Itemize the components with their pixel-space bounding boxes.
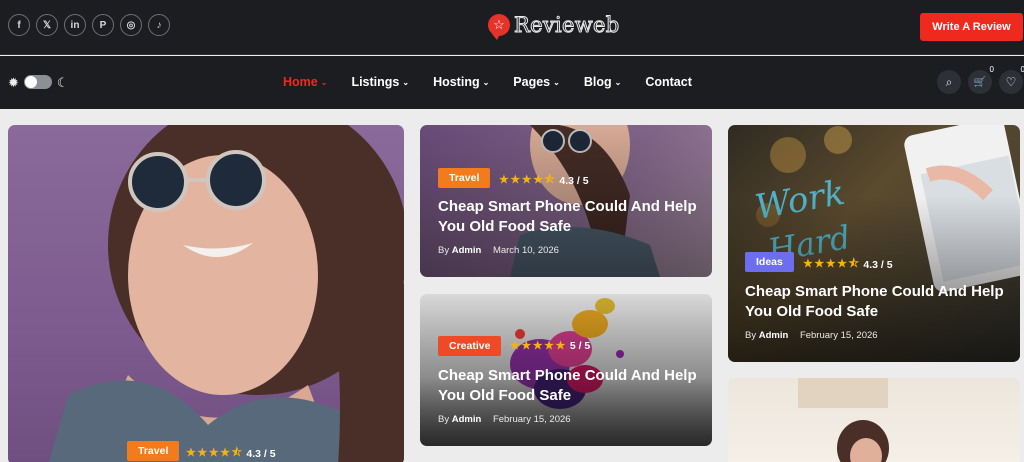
sun-icon: ✹	[8, 74, 19, 90]
logo-star-icon: ☆	[488, 14, 510, 40]
category-badge[interactable]: Creative	[438, 336, 502, 356]
main-navbar: ✹ ☾ Home ⌄ Listings ⌄ Hosting ⌄ Pages ⌄ …	[0, 56, 1024, 109]
star-rating-icon: ★★★★⯪	[803, 258, 861, 270]
post-card[interactable]: Work Hard Ideas ★★★★⯪ 4.3 / 5 Cheap Smar…	[728, 125, 1020, 362]
featured-post-card[interactable]: Travel ★★★★⯪ 4.3 / 5	[8, 125, 404, 462]
nav-item-blog[interactable]: Blog ⌄	[584, 75, 621, 89]
theme-switcher: ✹ ☾	[8, 75, 69, 89]
wishlist-button[interactable]: ♡ 0	[999, 65, 1024, 94]
wishlist-count-badge: 0	[1020, 65, 1024, 74]
star-rating-icon: ★★★★⯪	[499, 174, 557, 186]
star-rating-icon: ★★★★★	[510, 340, 567, 352]
site-logo[interactable]: ☆ Revieweb	[488, 13, 620, 40]
nav-item-label: Pages	[513, 75, 551, 89]
nav-item-label: Hosting	[433, 75, 480, 89]
post-date: February 15, 2026	[799, 330, 878, 341]
nav-item-pages[interactable]: Pages ⌄	[513, 75, 560, 89]
pinterest-icon[interactable]: P	[92, 14, 114, 36]
facebook-icon[interactable]: f	[8, 14, 30, 36]
chevron-down-icon: ⌄	[402, 77, 410, 87]
post-title[interactable]: Cheap Smart Phone Could And Help You Old…	[438, 366, 698, 406]
rating-value: 4.3 / 5	[559, 174, 589, 187]
nav-item-label: Listings	[351, 75, 400, 89]
author-name[interactable]: Admin	[759, 330, 789, 341]
category-badge[interactable]: Travel	[127, 441, 180, 461]
primary-nav: Home ⌄ Listings ⌄ Hosting ⌄ Pages ⌄ Blog…	[283, 75, 692, 89]
post-meta: By Admin March 10, 2026	[438, 245, 559, 256]
nav-item-label: Blog	[583, 75, 612, 89]
post-card[interactable]: Travel ★★★★⯪ 4.3 / 5 Cheap Smart Phone C…	[420, 125, 712, 277]
rating: ★★★★⯪ 4.3 / 5	[499, 171, 589, 190]
author-prefix: By	[438, 414, 450, 425]
nav-item-label: Home	[283, 75, 318, 89]
rating-value: 5 / 5	[569, 339, 591, 352]
nav-item-home[interactable]: Home ⌄	[283, 75, 327, 89]
top-bar: f 𝕏 in P ◎ ♪ ☆ Revieweb Write A Review	[0, 0, 1024, 55]
tiktok-icon[interactable]: ♪	[148, 14, 170, 36]
heart-icon: ♡	[1005, 75, 1017, 89]
instagram-icon[interactable]: ◎	[120, 14, 142, 36]
author-prefix: By	[745, 330, 757, 341]
post-title[interactable]: Cheap Smart Phone Could And Help You Old…	[745, 282, 1005, 322]
rating: ★★★★⯪ 4.3 / 5	[186, 444, 276, 462]
rating: ★★★★⯪ 4.3 / 5	[803, 255, 893, 274]
category-badge[interactable]: Travel	[438, 168, 491, 188]
nav-item-label: Contact	[645, 75, 692, 89]
post-date: March 10, 2026	[492, 245, 559, 256]
rating: ★★★★★ 5 / 5	[510, 339, 591, 353]
search-button[interactable]: ⌕	[937, 70, 961, 94]
post-meta: By Admin February 15, 2026	[438, 414, 571, 425]
chevron-down-icon: ⌄	[482, 77, 490, 87]
image-overlay	[728, 125, 1020, 362]
category-badge[interactable]: Ideas	[745, 252, 794, 272]
post-card[interactable]	[728, 378, 1020, 462]
social-links: f 𝕏 in P ◎ ♪	[8, 14, 170, 36]
author-name[interactable]: Admin	[452, 245, 482, 256]
author-name[interactable]: Admin	[452, 414, 482, 425]
search-icon: ⌕	[945, 74, 953, 89]
author-prefix: By	[438, 245, 450, 256]
post-card[interactable]: Creative ★★★★★ 5 / 5 Cheap Smart Phone C…	[420, 294, 712, 446]
post-meta: By Admin February 15, 2026	[745, 330, 878, 341]
chevron-down-icon: ⌄	[320, 77, 328, 87]
star-rating-icon: ★★★★⯪	[186, 447, 244, 459]
nav-item-hosting[interactable]: Hosting ⌄	[433, 75, 489, 89]
woman-sunglasses-image	[48, 125, 404, 462]
chevron-down-icon: ⌄	[553, 77, 560, 87]
x-icon[interactable]: 𝕏	[36, 14, 58, 36]
linkedin-icon[interactable]: in	[64, 14, 86, 36]
nav-item-listings[interactable]: Listings ⌄	[351, 75, 409, 89]
write-review-button[interactable]: Write A Review	[920, 13, 1023, 41]
theme-toggle[interactable]	[23, 75, 52, 89]
logo-text: Revieweb	[514, 13, 620, 38]
rating-value: 4.3 / 5	[246, 447, 276, 460]
chevron-down-icon: ⌄	[614, 77, 622, 87]
cart-button[interactable]: 🛒 0	[968, 65, 994, 94]
nav-item-contact[interactable]: Contact	[645, 75, 692, 89]
woman-at-desk-image	[798, 378, 889, 462]
rating-value: 4.3 / 5	[863, 258, 893, 271]
moon-icon: ☾	[56, 74, 69, 90]
cart-icon: 🛒	[973, 76, 987, 88]
cart-count-badge: 0	[989, 65, 994, 74]
post-title[interactable]: Cheap Smart Phone Could And Help You Old…	[438, 197, 698, 237]
post-date: February 15, 2026	[492, 414, 571, 425]
